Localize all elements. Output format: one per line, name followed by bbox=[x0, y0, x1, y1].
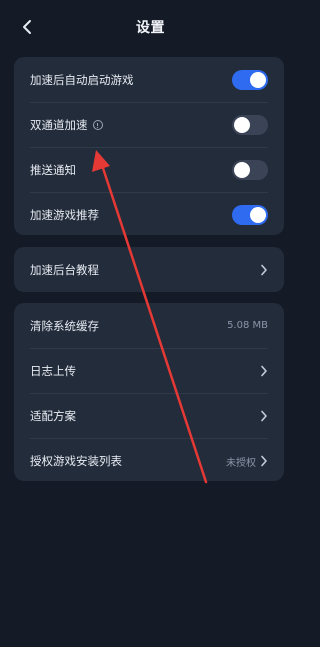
setting-label-log-upload: 日志上传 bbox=[30, 364, 76, 378]
setting-row-push-notification: 推送通知 bbox=[30, 147, 268, 192]
toggle-knob bbox=[234, 117, 250, 133]
top-bar: 设置 bbox=[0, 0, 301, 56]
page-title: 设置 bbox=[136, 20, 165, 36]
game-recommend-toggle[interactable] bbox=[232, 205, 268, 225]
setting-row-game-recommend: 加速游戏推荐 bbox=[30, 192, 268, 237]
chevron-right-icon bbox=[260, 455, 268, 467]
auto-launch-toggle[interactable] bbox=[232, 69, 268, 90]
setting-label-clear-cache: 清除系统缓存 bbox=[30, 318, 99, 333]
auth-status-group: 未授权 bbox=[226, 454, 268, 469]
setting-row-tutorial[interactable]: 加速后台教程 bbox=[30, 247, 268, 292]
info-icon[interactable] bbox=[92, 120, 103, 130]
cache-size-value: 5.08 MB bbox=[227, 320, 268, 331]
setting-label-adaptation: 适配方案 bbox=[30, 409, 76, 423]
toggle-knob bbox=[250, 207, 266, 223]
tutorial-card[interactable]: 加速后台教程 bbox=[14, 247, 284, 292]
toggle-knob bbox=[234, 162, 250, 178]
toggle-settings-card: 加速后自动启动游戏 双通道加速 推送通知 加速游戏推荐 bbox=[14, 57, 284, 235]
setting-row-dual-channel: 双通道加速 bbox=[30, 102, 268, 147]
setting-label-dual-channel-wrap: 双通道加速 bbox=[30, 117, 103, 133]
setting-label-auth-list: 授权游戏安装列表 bbox=[30, 454, 122, 468]
chevron-right-icon bbox=[260, 365, 268, 377]
auth-status-value: 未授权 bbox=[226, 457, 256, 469]
setting-row-clear-cache[interactable]: 清除系统缓存 5.08 MB bbox=[30, 303, 268, 348]
setting-row-log-upload[interactable]: 日志上传 bbox=[30, 348, 268, 393]
setting-label-push-notification: 推送通知 bbox=[30, 163, 76, 177]
setting-row-adaptation[interactable]: 适配方案 bbox=[30, 393, 268, 438]
dual-channel-toggle[interactable] bbox=[232, 115, 268, 135]
setting-row-auth-list[interactable]: 授权游戏安装列表 未授权 bbox=[30, 438, 268, 483]
setting-label-auto-launch: 加速后自动启动游戏 bbox=[30, 72, 134, 87]
chevron-right-icon bbox=[260, 264, 268, 276]
chevron-right-icon bbox=[260, 410, 268, 422]
misc-settings-card: 清除系统缓存 5.08 MB 日志上传 适配方案 授权游戏安装列表 未授权 bbox=[14, 303, 284, 481]
setting-row-auto-launch: 加速后自动启动游戏 bbox=[30, 57, 268, 102]
setting-label-dual-channel: 双通道加速 bbox=[30, 118, 88, 132]
toggle-knob bbox=[250, 71, 266, 88]
push-notification-toggle[interactable] bbox=[232, 160, 268, 180]
setting-label-tutorial: 加速后台教程 bbox=[30, 262, 99, 277]
setting-label-game-recommend: 加速游戏推荐 bbox=[30, 208, 99, 222]
